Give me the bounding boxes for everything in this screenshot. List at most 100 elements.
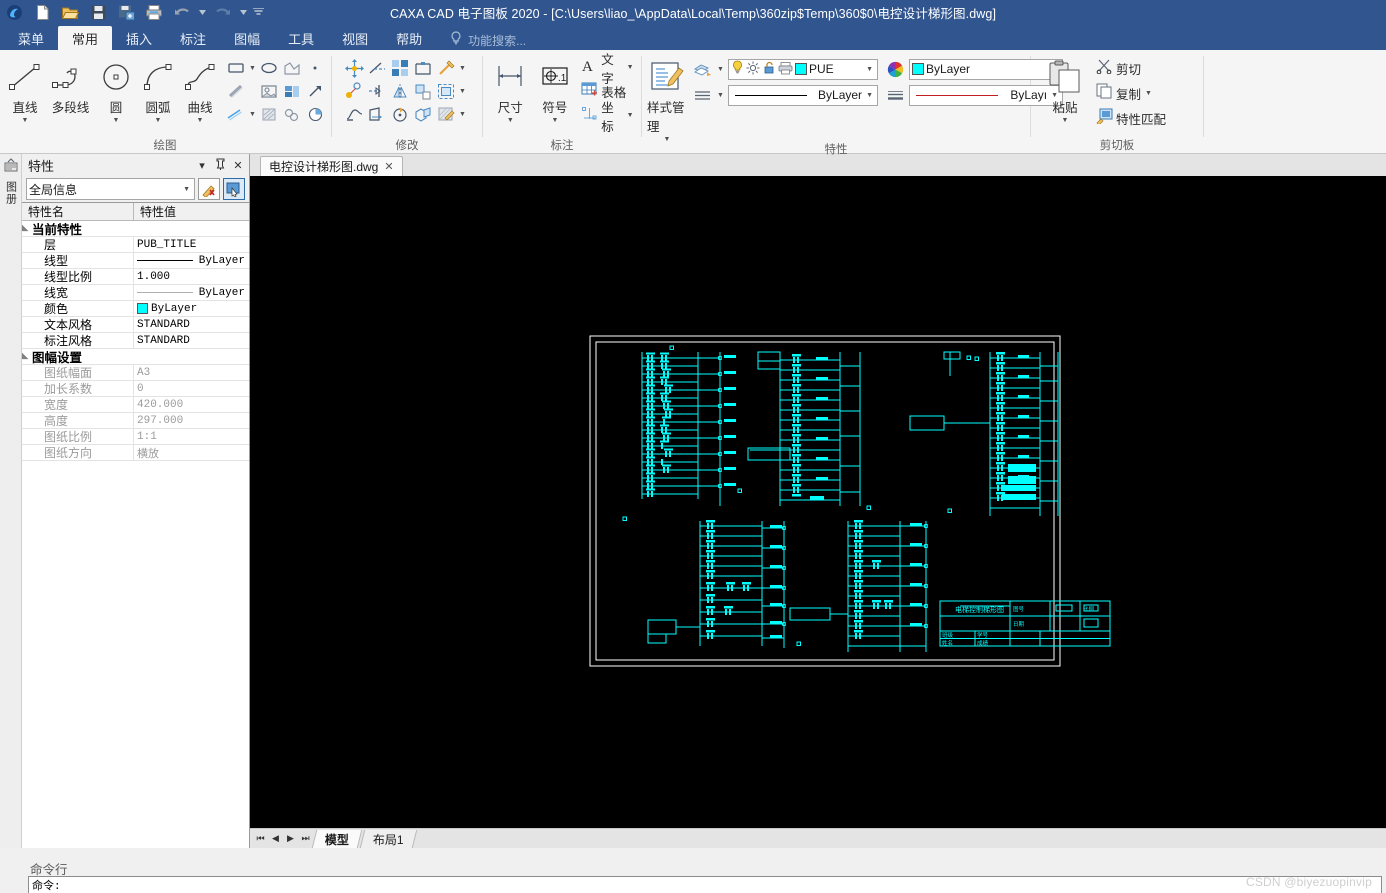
ribbon-tab-annotate[interactable]: 标注: [166, 26, 220, 50]
properties-dock-icon[interactable]: [3, 158, 19, 179]
ribbon-tab-sheet[interactable]: 图幅: [220, 26, 274, 50]
close-icon[interactable]: ✕: [384, 160, 393, 173]
center-line-dropdown-icon[interactable]: ▼: [248, 111, 257, 118]
collapse-icon[interactable]: ▾: [195, 159, 209, 172]
stretch-icon[interactable]: [343, 103, 365, 125]
ribbon-tab-help[interactable]: 帮助: [382, 26, 436, 50]
text-dropdown-icon[interactable]: ▼: [626, 64, 634, 71]
print-icon[interactable]: [142, 1, 166, 23]
plot-icon[interactable]: [778, 61, 793, 78]
save-icon[interactable]: [86, 1, 110, 23]
draw-polyline-button[interactable]: 多段线: [46, 53, 95, 116]
table-row[interactable]: 线型比例 1.000: [22, 269, 249, 285]
properties-group-current[interactable]: 当前特性: [22, 221, 249, 237]
property-value[interactable]: ByLayer: [134, 253, 249, 268]
scope-combo[interactable]: 全局信息 ▼: [26, 178, 195, 200]
symbol-dropdown-icon[interactable]: ▼: [551, 117, 558, 124]
tab-layout1[interactable]: 布局1: [359, 829, 417, 848]
offset-icon[interactable]: [435, 80, 457, 102]
ribbon-tab-menu[interactable]: 菜单: [4, 26, 58, 50]
style-manager-dropdown-icon[interactable]: ▼: [664, 136, 671, 143]
property-value[interactable]: ByLayer: [134, 301, 249, 316]
region-hatch-icon[interactable]: [258, 103, 280, 125]
chamfer-icon[interactable]: [435, 57, 457, 79]
linetype-tool-dropdown-icon[interactable]: ▼: [716, 92, 725, 99]
prev-sheet-icon[interactable]: ◀: [269, 833, 282, 844]
table-row[interactable]: 层 PUB_TITLE: [22, 237, 249, 253]
coordinate-button[interactable]: 坐标 ▼: [579, 101, 636, 134]
dimension-button[interactable]: 尺寸 ▼: [488, 53, 533, 124]
coordinate-dropdown-icon[interactable]: ▼: [626, 112, 634, 119]
pie-fill-icon[interactable]: [304, 103, 326, 125]
chamfer-dropdown-icon[interactable]: ▼: [458, 65, 467, 72]
scale-icon[interactable]: [366, 103, 388, 125]
tab-model[interactable]: 模型: [311, 829, 363, 848]
paste-dropdown-icon[interactable]: ▼: [1062, 117, 1069, 124]
match-properties-button[interactable]: 特性匹配: [1094, 107, 1168, 130]
next-sheet-icon[interactable]: ▶: [284, 833, 297, 844]
hatch-fill-icon[interactable]: [225, 80, 247, 102]
table-row[interactable]: 文本风格 STANDARD: [22, 317, 249, 333]
undo-dropdown-icon[interactable]: [198, 1, 207, 23]
lock-icon[interactable]: [762, 61, 776, 78]
cut-button[interactable]: 剪切: [1094, 57, 1168, 80]
explode-icon[interactable]: [412, 103, 434, 125]
array-icon[interactable]: [389, 57, 411, 79]
mirror-icon[interactable]: [389, 80, 411, 102]
command-input[interactable]: 命令:: [28, 876, 1382, 893]
pin-icon[interactable]: [213, 158, 227, 173]
color-wheel-icon[interactable]: [884, 58, 906, 80]
trim-icon[interactable]: [366, 57, 388, 79]
copy-button[interactable]: 复制 ▼: [1094, 82, 1168, 105]
app-logo-icon[interactable]: [2, 1, 26, 23]
draw-line-button[interactable]: 直线 ▼: [4, 53, 46, 124]
ribbon-tab-view[interactable]: 视图: [328, 26, 382, 50]
property-value[interactable]: 1.000: [134, 269, 249, 284]
draw-arc-dropdown-icon[interactable]: ▼: [155, 117, 162, 124]
layer-tool-dropdown-icon[interactable]: ▼: [716, 66, 725, 73]
redo-icon[interactable]: [211, 1, 235, 23]
paste-button[interactable]: 粘贴 ▼: [1042, 53, 1088, 124]
image-insert-icon[interactable]: [258, 80, 280, 102]
arrow-icon[interactable]: [304, 80, 326, 102]
lightbulb-icon[interactable]: [731, 60, 744, 78]
feature-search[interactable]: 功能搜索...: [450, 31, 526, 50]
center-line-icon[interactable]: [225, 103, 247, 125]
table-row[interactable]: 线型 ByLayer: [22, 253, 249, 269]
break-icon[interactable]: [412, 57, 434, 79]
symbol-button[interactable]: .1 符号 ▼: [533, 53, 578, 124]
polygon-icon[interactable]: [281, 57, 303, 79]
open-file-icon[interactable]: [58, 1, 82, 23]
ellipse-icon[interactable]: [258, 57, 280, 79]
draw-circle-button[interactable]: 圆 ▼: [95, 53, 137, 124]
cad-canvas[interactable]: 电梯控制梯形图 图号 日期 比例 班级 学号 姓名 成绩: [250, 176, 1386, 828]
draw-spline-dropdown-icon[interactable]: ▼: [197, 117, 204, 124]
pick-object-icon[interactable]: [223, 178, 245, 200]
last-sheet-icon[interactable]: ⏭: [299, 833, 312, 844]
close-icon[interactable]: ✕: [231, 159, 245, 172]
property-value[interactable]: STANDARD: [134, 333, 249, 348]
dock-strip-label[interactable]: 图册: [3, 181, 19, 205]
document-tab[interactable]: 电控设计梯形图.dwg ✕: [260, 156, 403, 176]
linetype-combo-dropdown-icon[interactable]: ▼: [864, 92, 875, 99]
draw-arc-button[interactable]: 圆弧 ▼: [137, 53, 179, 124]
edit-hatch-dropdown-icon[interactable]: ▼: [458, 111, 467, 118]
properties-group-sheet[interactable]: 图幅设置: [22, 349, 249, 365]
ribbon-tab-tools[interactable]: 工具: [274, 26, 328, 50]
rectangle-dropdown-icon[interactable]: ▼: [248, 65, 257, 72]
layer-tool-icon[interactable]: [691, 58, 713, 80]
equation-curve-icon[interactable]: [281, 103, 303, 125]
ribbon-tab-insert[interactable]: 插入: [112, 26, 166, 50]
layer-combo-dropdown-icon[interactable]: ▼: [864, 66, 875, 73]
offset-dropdown-icon[interactable]: ▼: [458, 88, 467, 95]
block-create-icon[interactable]: [281, 80, 303, 102]
scope-combo-dropdown-icon[interactable]: ▼: [181, 186, 192, 193]
move-icon[interactable]: [343, 57, 365, 79]
linetype-combo[interactable]: ByLayer ▼: [728, 84, 878, 106]
lineweight-tool-icon[interactable]: [884, 84, 906, 106]
clear-selection-icon[interactable]: [198, 178, 220, 200]
undo-icon[interactable]: [170, 1, 194, 23]
table-row[interactable]: 线宽 ByLayer: [22, 285, 249, 301]
save-as-icon[interactable]: [114, 1, 138, 23]
property-value[interactable]: ByLayer: [134, 285, 249, 300]
